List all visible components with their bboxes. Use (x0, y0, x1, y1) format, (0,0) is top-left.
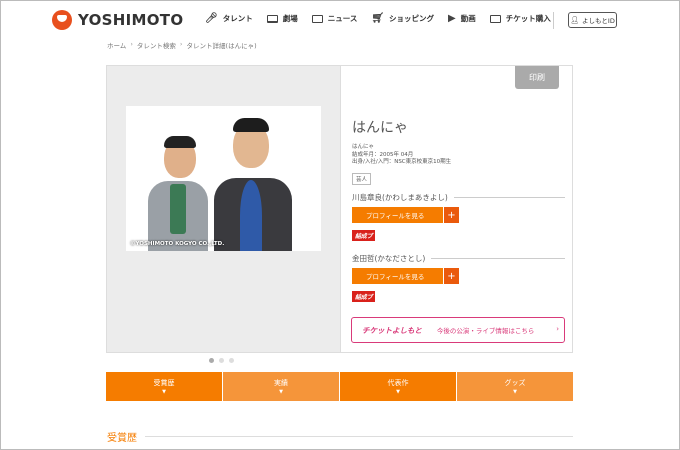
ticket-banner[interactable]: チケットよしもと 今後の公演・ライブ情報はこちら › (351, 317, 565, 343)
nav-divider (553, 12, 554, 29)
site-header: YOSHIMOTO 🎤︎ タレント 劇場 ニュース 🛒︎ ショッピング ▶ 動画… (0, 0, 680, 40)
photo-figure (164, 136, 196, 148)
ticket-text: 今後の公演・ライブ情報はこちら (436, 327, 535, 335)
nav-label: ニュース (327, 14, 358, 23)
member-name: 川島章良(かわしまあきよし) (352, 193, 448, 202)
talent-origin: 出身/入社/入門：NSC東京校東京10期生 (352, 159, 452, 165)
nav-label: チケット購入 (505, 14, 551, 23)
member-badge-logo[interactable]: 結成ブ (352, 230, 376, 241)
section-tabs: 受賞歴 ▼ 実績 ▼ 代表作 ▼ グッズ ▼ (106, 372, 573, 401)
photo-area: ©YOSHIMOTO KOGYO CO.,LTD. (107, 66, 340, 352)
member-divider (431, 258, 565, 259)
login-button[interactable]: 👤︎ よしもとID (568, 12, 617, 28)
ticket-logo: チケットよしもと (362, 325, 422, 335)
talent-reading: はんにゃ (352, 144, 375, 150)
nav-label: タレント (222, 14, 253, 23)
cart-icon: 🛒︎ (371, 12, 385, 24)
view-profile-button[interactable]: プロフィールを見る + (352, 268, 459, 284)
tab-goods[interactable]: グッズ ▼ (457, 372, 573, 401)
breadcrumb-separator: › (130, 40, 133, 48)
talent-meta: はんにゃ 結成年月：2005年 04月 出身/入社/入門：NSC東京校東京10期… (352, 144, 451, 167)
photo-figure (240, 180, 262, 251)
member-name-row: 川島章良(かわしまあきよし) (352, 192, 565, 203)
chevron-down-icon: ▼ (513, 389, 517, 395)
breadcrumb-separator: › (179, 40, 183, 48)
plus-icon: + (443, 207, 459, 223)
nav-item-ticket[interactable]: チケット購入 (489, 13, 551, 24)
tab-works[interactable]: 代表作 ▼ (340, 372, 457, 401)
nav-item-theater[interactable]: 劇場 (266, 13, 298, 24)
tab-label: 受賞歴 (153, 379, 175, 387)
carousel-dot[interactable] (209, 358, 214, 363)
breadcrumb-current: タレント詳細(はんにゃ) (186, 42, 257, 50)
nav-label: 動画 (460, 14, 476, 23)
member-block: 川島章良(かわしまあきよし) プロフィールを見る + 結成ブ (352, 192, 565, 242)
view-profile-label: プロフィールを見る (366, 212, 425, 220)
video-icon: ▶ (448, 12, 456, 24)
breadcrumb-home[interactable]: ホーム (107, 40, 126, 50)
logo-text: YOSHIMOTO (78, 11, 184, 29)
chevron-down-icon: ▼ (396, 389, 400, 395)
talent-formed: 結成年月：2005年 04月 (352, 151, 414, 158)
talent-name: はんにゃ (352, 120, 408, 136)
tab-awards[interactable]: 受賞歴 ▼ (106, 372, 223, 401)
info-area: 印刷 はんにゃ はんにゃ 結成年月：2005年 04月 出身/入社/入門：NSC… (340, 66, 572, 352)
carousel-dot[interactable] (229, 358, 234, 363)
section-divider (145, 436, 573, 437)
nav-item-video[interactable]: ▶ 動画 (448, 13, 476, 24)
photo-copyright: ©YOSHIMOTO KOGYO CO.,LTD. (130, 241, 225, 247)
logo-icon (52, 10, 72, 30)
photo-figure (170, 184, 186, 234)
news-icon (311, 14, 323, 23)
nav-item-talent[interactable]: 🎤︎ タレント (205, 13, 253, 24)
tab-label: 実績 (274, 379, 288, 387)
member-block: 金田哲(かなださとし) プロフィールを見る + 結成ブ (352, 253, 565, 303)
member-divider (453, 197, 565, 198)
nav-item-shopping[interactable]: 🛒︎ ショッピング (371, 13, 434, 24)
ticket-icon (489, 14, 501, 23)
chevron-down-icon: ▼ (279, 389, 283, 395)
chevron-right-icon: › (556, 325, 559, 333)
talent-panel: ©YOSHIMOTO KOGYO CO.,LTD. 印刷 はんにゃ はんにゃ 結… (106, 65, 573, 353)
breadcrumb: ホーム › タレント検索 › タレント詳細(はんにゃ) (107, 40, 257, 50)
section-title: 受賞歴 (107, 433, 137, 444)
mic-icon: 🎤︎ (205, 12, 218, 24)
photo-figure (233, 118, 269, 132)
nav-item-news[interactable]: ニュース (311, 13, 358, 24)
category-tag[interactable]: 芸人 (352, 173, 372, 185)
carousel-dot[interactable] (219, 358, 224, 363)
member-badge-logo[interactable]: 結成ブ (352, 291, 376, 302)
view-profile-button[interactable]: プロフィールを見る + (352, 207, 459, 223)
member-name: 金田哲(かなださとし) (352, 254, 426, 263)
plus-icon: + (443, 268, 459, 284)
tab-label: グッズ (504, 379, 526, 387)
carousel-dots (209, 358, 239, 363)
main-nav: 🎤︎ タレント 劇場 ニュース 🛒︎ ショッピング ▶ 動画 チケット購入 (205, 13, 565, 24)
chevron-down-icon: ▼ (162, 389, 166, 395)
tab-label: 代表作 (387, 379, 409, 387)
tab-achievements[interactable]: 実績 ▼ (223, 372, 340, 401)
breadcrumb-talent-search[interactable]: タレント検索 (137, 40, 176, 50)
stage-icon (266, 14, 278, 23)
talent-photo: ©YOSHIMOTO KOGYO CO.,LTD. (126, 106, 321, 251)
print-button[interactable]: 印刷 (515, 66, 559, 89)
member-name-row: 金田哲(かなださとし) (352, 253, 565, 264)
nav-label: ショッピング (389, 14, 435, 23)
site-logo[interactable]: YOSHIMOTO (52, 10, 183, 30)
user-icon: 👤︎ (570, 16, 580, 24)
nav-label: 劇場 (282, 14, 298, 23)
view-profile-label: プロフィールを見る (366, 273, 425, 281)
login-label: よしもとID (582, 17, 615, 25)
